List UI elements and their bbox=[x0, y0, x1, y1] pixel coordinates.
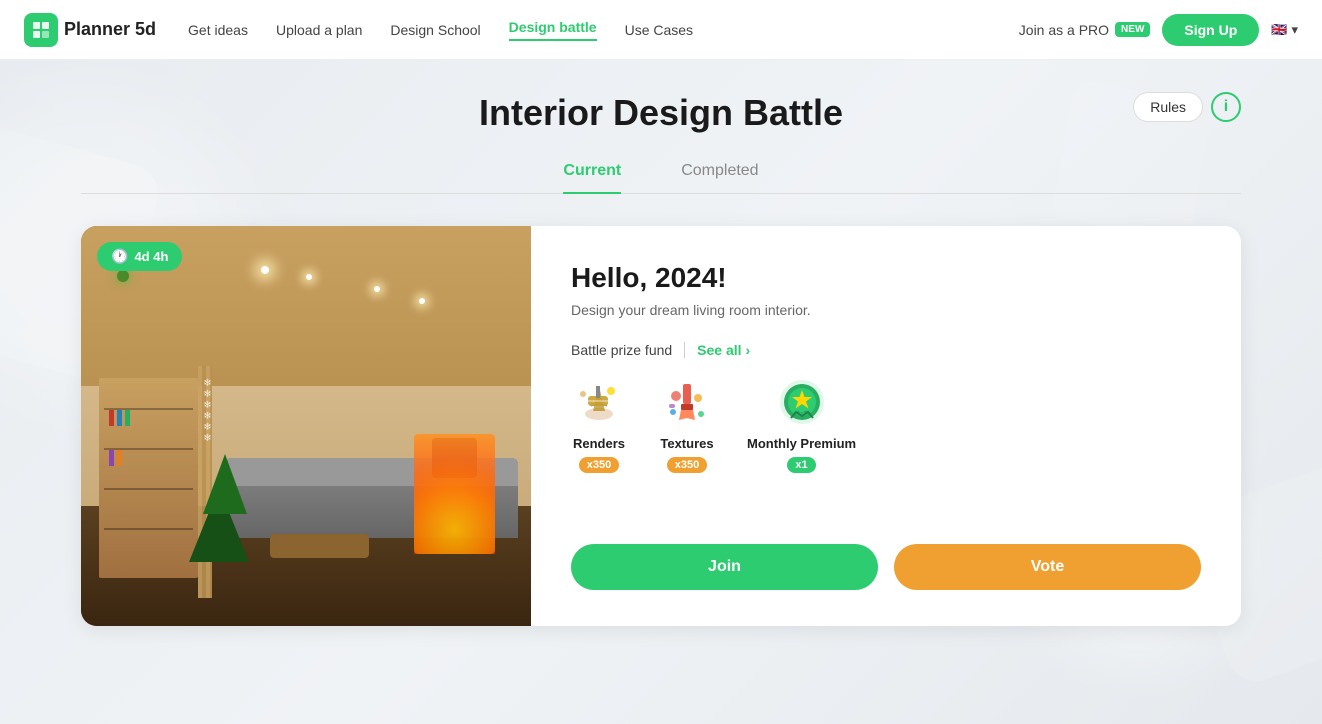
main-content: Interior Design Battle Rules i Current C… bbox=[61, 60, 1261, 658]
battle-description: Design your dream living room interior. bbox=[571, 302, 1201, 318]
timer-value: 4d 4h bbox=[134, 249, 168, 264]
battle-image: ❄❄❄❄❄❄ bbox=[81, 226, 531, 626]
action-buttons: Join Vote bbox=[571, 544, 1201, 590]
textures-icon bbox=[659, 374, 715, 430]
page-title: Interior Design Battle bbox=[81, 92, 1241, 134]
vote-button[interactable]: Vote bbox=[894, 544, 1201, 590]
ceiling-light-2 bbox=[374, 286, 380, 292]
signup-button[interactable]: Sign Up bbox=[1162, 14, 1259, 46]
christmas-tree-top bbox=[203, 454, 247, 514]
ceiling-light-1 bbox=[306, 274, 312, 280]
prize-header: Battle prize fund See all › bbox=[571, 342, 1201, 358]
renders-count: x350 bbox=[579, 457, 619, 473]
logo-icon bbox=[24, 13, 58, 47]
ceiling-light-3 bbox=[419, 298, 425, 304]
prize-divider bbox=[684, 342, 685, 358]
logo[interactable]: Planner 5d bbox=[24, 13, 156, 47]
see-all-text: See all bbox=[697, 342, 741, 358]
renders-label: Renders bbox=[573, 436, 625, 451]
plant bbox=[117, 270, 129, 282]
prize-premium: Monthly Premium x1 bbox=[747, 374, 856, 473]
premium-count: x1 bbox=[787, 457, 815, 473]
pro-label: Join as a PRO bbox=[1019, 22, 1109, 38]
info-icon[interactable]: i bbox=[1211, 92, 1241, 122]
snowflakes: ❄❄❄❄❄❄ bbox=[198, 378, 216, 444]
tab-current[interactable]: Current bbox=[563, 162, 621, 194]
nav-design-battle[interactable]: Design battle bbox=[509, 19, 597, 41]
textures-count: x350 bbox=[667, 457, 707, 473]
tab-completed[interactable]: Completed bbox=[681, 162, 758, 194]
nav-upload-plan[interactable]: Upload a plan bbox=[276, 22, 362, 38]
battle-info: Hello, 2024! Design your dream living ro… bbox=[531, 226, 1241, 626]
navbar: Planner 5d Get ideas Upload a plan Desig… bbox=[0, 0, 1322, 60]
ceiling-light-4 bbox=[261, 266, 269, 274]
fireplace-glow bbox=[414, 434, 495, 554]
logo-text: Planner 5d bbox=[64, 19, 156, 40]
clock-icon: 🕐 bbox=[111, 248, 128, 265]
prize-textures: Textures x350 bbox=[659, 374, 715, 473]
prizes-row: Renders x350 bbox=[571, 374, 1201, 473]
rules-button[interactable]: Rules bbox=[1133, 92, 1203, 122]
premium-icon bbox=[774, 374, 830, 430]
rules-area: Rules i bbox=[1133, 92, 1241, 122]
nav-get-ideas[interactable]: Get ideas bbox=[188, 22, 248, 38]
nav-use-cases[interactable]: Use Cases bbox=[625, 22, 693, 38]
see-all-link[interactable]: See all › bbox=[697, 342, 750, 358]
textures-label: Textures bbox=[660, 436, 713, 451]
renders-icon bbox=[571, 374, 627, 430]
page-background: Interior Design Battle Rules i Current C… bbox=[0, 60, 1322, 724]
join-pro-button[interactable]: Join as a PRO NEW bbox=[1019, 22, 1151, 38]
battle-title: Hello, 2024! bbox=[571, 262, 1201, 294]
nav-design-school[interactable]: Design School bbox=[390, 22, 480, 38]
premium-label: Monthly Premium bbox=[747, 436, 856, 451]
battle-image-wrap: ❄❄❄❄❄❄ 🕐 4d 4h bbox=[81, 226, 531, 626]
nav-right: Join as a PRO NEW Sign Up 🇬🇧 ▾ bbox=[1019, 14, 1298, 46]
flag-icon: 🇬🇧 bbox=[1271, 22, 1287, 38]
coffee-table bbox=[270, 534, 369, 558]
chevron-down-icon: ▾ bbox=[1291, 22, 1298, 38]
prize-label: Battle prize fund bbox=[571, 342, 672, 358]
battle-card: ❄❄❄❄❄❄ 🕐 4d 4h Hello, 2024! Design your … bbox=[81, 226, 1241, 626]
join-button[interactable]: Join bbox=[571, 544, 878, 590]
tabs: Current Completed bbox=[81, 162, 1241, 194]
chevron-right-icon: › bbox=[746, 342, 751, 358]
language-selector[interactable]: 🇬🇧 ▾ bbox=[1271, 22, 1298, 38]
prize-renders: Renders x350 bbox=[571, 374, 627, 473]
nav-links: Get ideas Upload a plan Design School De… bbox=[188, 19, 1019, 41]
shelf-unit bbox=[99, 378, 198, 578]
timer-badge: 🕐 4d 4h bbox=[97, 242, 182, 271]
prize-section: Battle prize fund See all › bbox=[571, 342, 1201, 473]
new-badge: NEW bbox=[1115, 22, 1150, 37]
